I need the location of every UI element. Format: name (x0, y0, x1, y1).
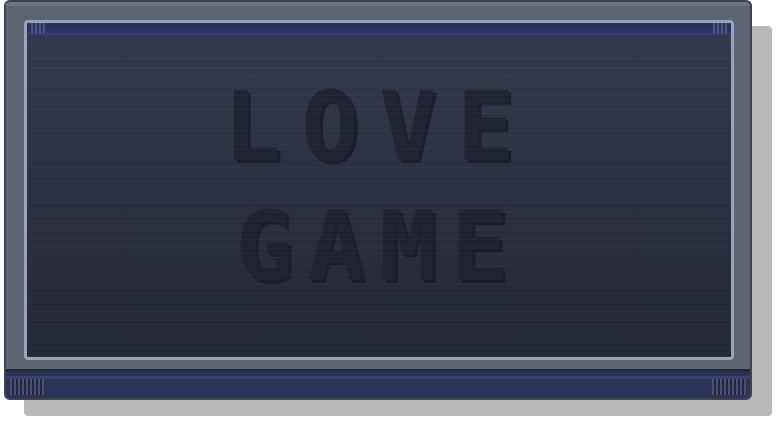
game-screen[interactable]: LOVE GAME (24, 20, 734, 360)
screen-top-left-notch (31, 23, 45, 33)
frame-top-highlight (6, 2, 750, 6)
game-title: LOVE GAME (27, 79, 731, 295)
frame-base-bar (6, 369, 750, 398)
base-grip-right (712, 379, 746, 395)
game-title-screen: LOVE GAME (0, 0, 776, 422)
title-word-love: LOVE (223, 71, 535, 183)
title-word-game: GAME (235, 191, 523, 303)
screen-top-bar (27, 23, 731, 35)
base-grip-left (10, 379, 44, 395)
console-frame: LOVE GAME (4, 0, 752, 400)
screen-top-right-notch (713, 23, 727, 33)
